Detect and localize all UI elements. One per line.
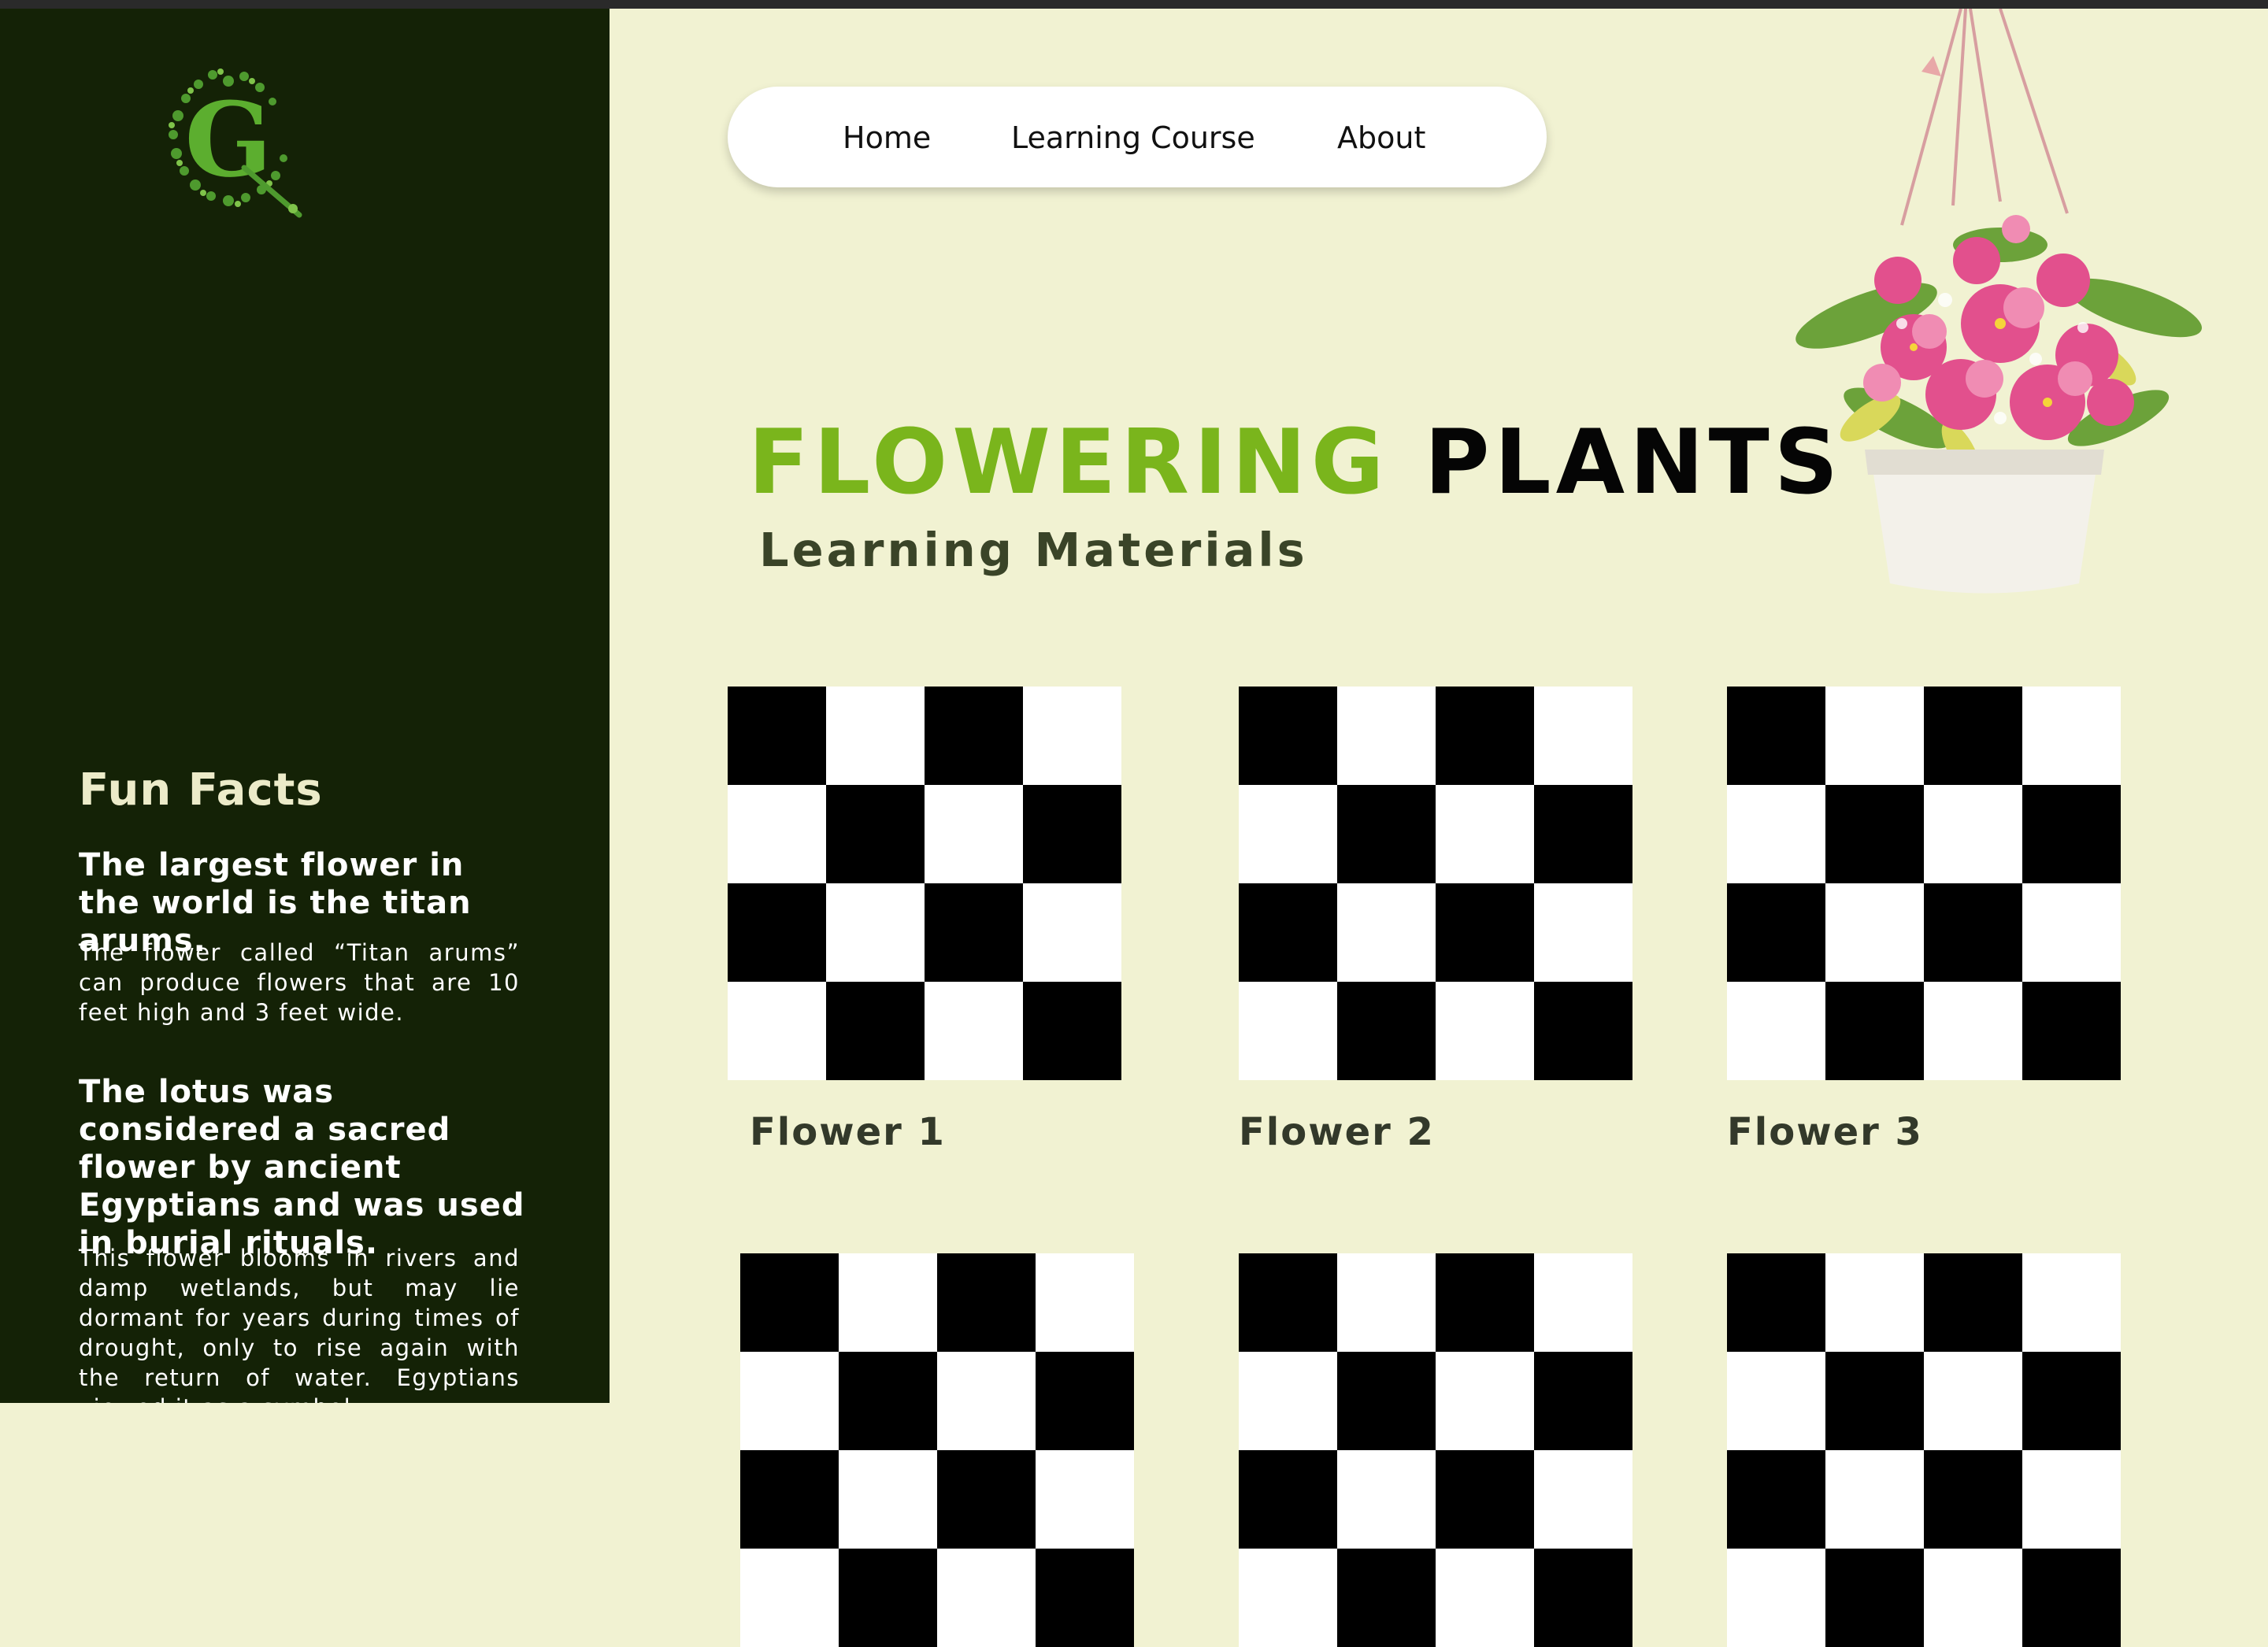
hero-title-black: PLANTS [1424,410,1844,514]
flower-1-image-placeholder[interactable] [728,687,1121,1080]
flower-3-image-placeholder[interactable] [1727,687,2121,1080]
hero-subtitle: Learning Materials [759,523,1308,577]
nav-learning-course-link[interactable]: Learning Course [1011,120,1255,155]
flower-6-image-placeholder[interactable] [1727,1253,2121,1647]
flower-1-label[interactable]: Flower 1 [750,1110,946,1154]
fact-2-body: This flower blooms in rivers and damp we… [79,1245,520,1403]
fact-2-heading: The lotus was considered a sacred flower… [79,1074,525,1261]
sidebar: G Fun Facts The largest flower in the wo… [0,9,610,1403]
flower-2-label[interactable]: Flower 2 [1239,1110,1435,1154]
window-top-bar [0,0,2268,9]
flower-5-image-placeholder[interactable] [1239,1253,1632,1647]
fact-1-body: The flower called “Titan arums” can prod… [79,939,520,1026]
fun-facts-title: Fun Facts [79,764,323,816]
flower-2-image-placeholder[interactable] [1239,687,1632,1080]
nav-home-link[interactable]: Home [843,120,931,155]
top-nav: Home Learning Course About [728,87,1547,187]
flower-3-label[interactable]: Flower 3 [1727,1110,1923,1154]
hero-title-green: FLOWERING [748,410,1389,514]
nav-about-link[interactable]: About [1337,120,1425,155]
floral-g-logo-icon[interactable]: G [150,57,307,223]
hero-title: FLOWERING PLANTS [748,411,1843,513]
flower-4-image-placeholder[interactable] [740,1253,1134,1647]
